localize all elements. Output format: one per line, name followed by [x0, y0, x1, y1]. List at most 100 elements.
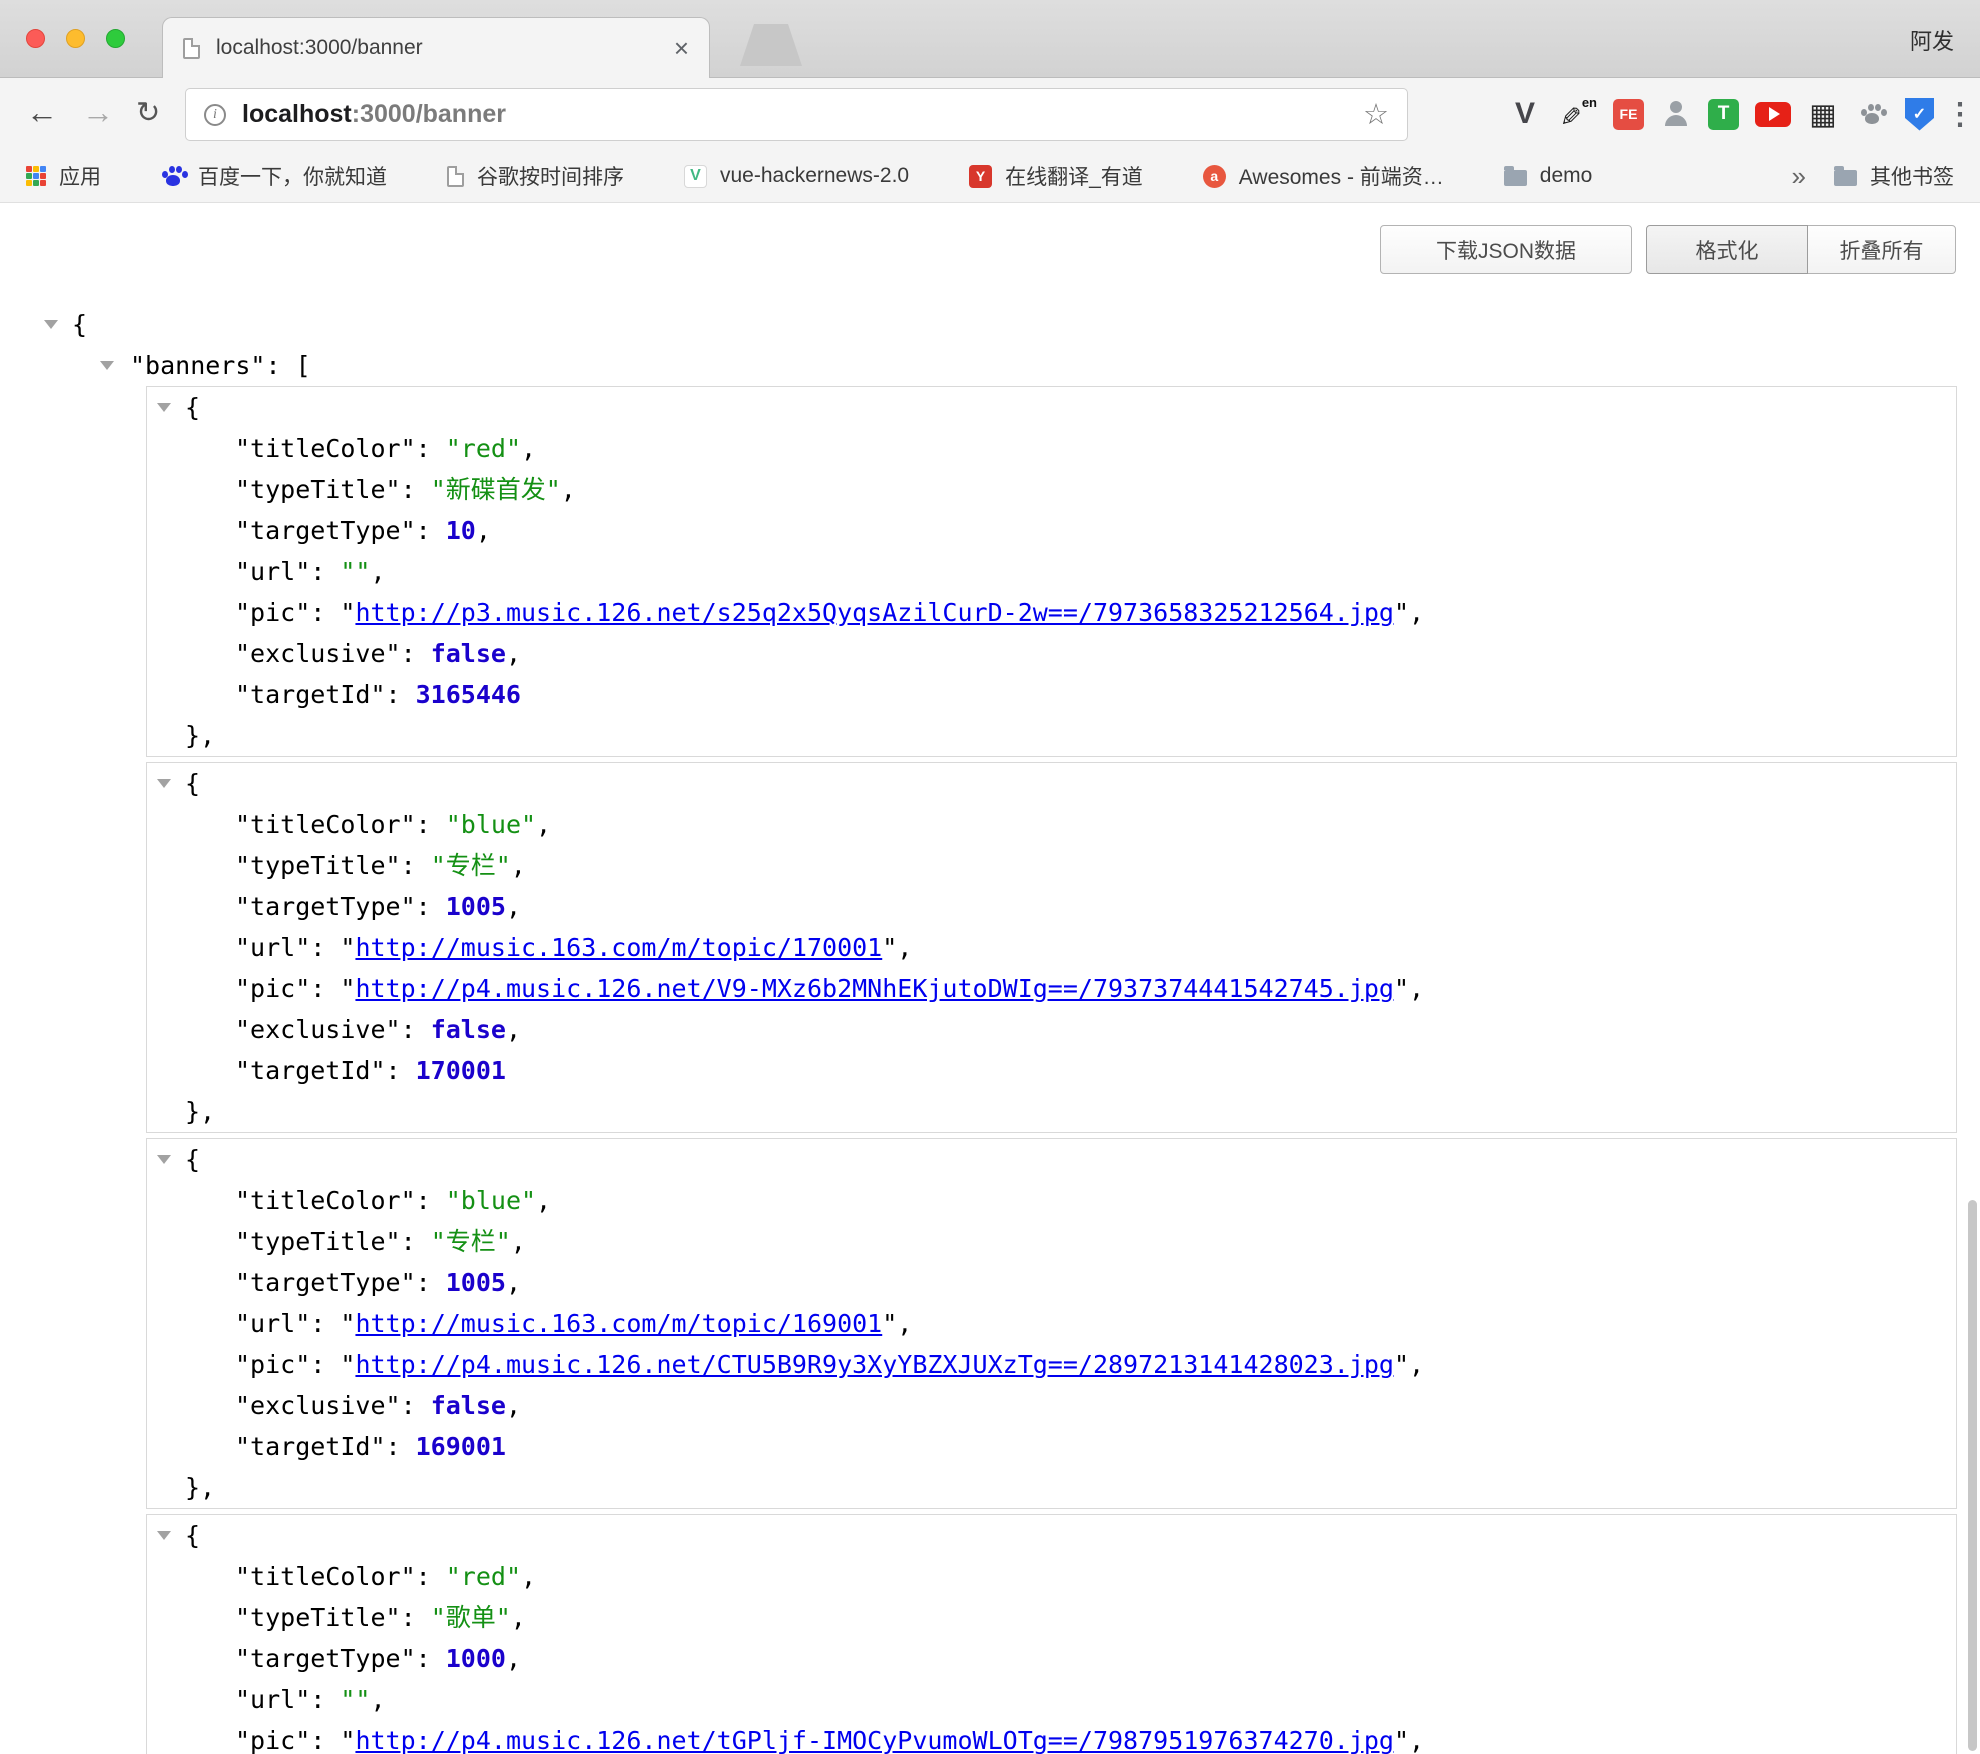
json-token: :	[416, 810, 446, 839]
json-token: "titleColor"	[235, 1562, 416, 1591]
json-url-link[interactable]: http://p4.music.126.net/CTU5B9R9y3XyYBZX…	[355, 1350, 1394, 1379]
translate-extension-icon[interactable]: ✎ en	[1559, 94, 1597, 134]
json-token: ,	[521, 1562, 536, 1591]
paw-extension-icon[interactable]	[1855, 98, 1889, 130]
collapse-toggle-icon[interactable]	[157, 779, 171, 788]
back-button[interactable]: ←	[26, 94, 58, 131]
json-token: ,	[506, 892, 521, 921]
json-token: "url"	[235, 1685, 310, 1714]
json-token: :	[416, 892, 446, 921]
object-open: {	[147, 387, 1956, 428]
bookmark-item[interactable]: aAwesomes - 前端资…	[1203, 161, 1444, 191]
json-token: ,	[1409, 598, 1424, 627]
json-token: :	[416, 434, 446, 463]
json-property-targetType: "targetType": 1005,	[147, 886, 1956, 927]
json-token: ,	[1409, 1350, 1424, 1379]
format-button[interactable]: 格式化	[1646, 225, 1808, 274]
json-token: ,	[506, 1644, 521, 1673]
browser-titlebar: localhost:3000/banner × 阿发	[0, 0, 1980, 78]
json-token: :	[401, 851, 431, 880]
other-bookmarks[interactable]: 其他书签	[1834, 161, 1954, 191]
fe-extension-icon[interactable]: FE	[1613, 99, 1644, 130]
collapse-all-button[interactable]: 折叠所有	[1807, 225, 1956, 274]
bookmark-item[interactable]: Vvue-hackernews-2.0	[684, 164, 909, 188]
browser-tab[interactable]: localhost:3000/banner ×	[162, 17, 710, 78]
json-token: :	[416, 1186, 446, 1215]
shield-t-extension-icon[interactable]: T	[1708, 99, 1739, 130]
json-url-link[interactable]: http://p3.music.126.net/s25q2x5QyqsAzilC…	[355, 598, 1394, 627]
json-property-titleColor: "titleColor": "red",	[147, 428, 1956, 469]
json-token: "targetType"	[235, 1268, 416, 1297]
json-url-link[interactable]: http://music.163.com/m/topic/170001	[355, 933, 882, 962]
json-token: "exclusive"	[235, 1391, 401, 1420]
json-url-link[interactable]: http://p4.music.126.net/tGPljf-IMOCyPvum…	[355, 1726, 1394, 1754]
json-property-targetId: "targetId": 170001	[147, 1050, 1956, 1091]
json-url-link[interactable]: http://music.163.com/m/topic/169001	[355, 1309, 882, 1338]
zoom-window-button[interactable]	[106, 29, 125, 48]
json-token: ,	[506, 639, 521, 668]
json-token: "typeTitle"	[235, 851, 401, 880]
bookmark-star-icon[interactable]: ☆	[1363, 97, 1389, 132]
vue-icon: V	[684, 165, 707, 188]
security-shield-extension-icon[interactable]: ✓	[1905, 98, 1934, 131]
close-window-button[interactable]	[26, 29, 45, 48]
json-token: : [	[265, 351, 310, 380]
bookmark-item[interactable]: 百度一下，你就知道	[161, 161, 387, 191]
bookmark-item[interactable]: 应用	[26, 161, 101, 191]
json-token: :	[416, 516, 446, 545]
bookmark-item[interactable]: demo	[1504, 164, 1593, 188]
youtube-extension-icon[interactable]	[1755, 102, 1791, 127]
json-token: ,	[476, 516, 491, 545]
json-token: :	[416, 1644, 446, 1673]
bookmarks-overflow-chevron[interactable]: »	[1792, 161, 1806, 192]
collapse-toggle-icon[interactable]	[157, 1531, 171, 1540]
json-token: "	[340, 933, 355, 962]
forward-button[interactable]: →	[82, 94, 114, 131]
json-token: :	[401, 639, 431, 668]
json-property-typeTitle: "typeTitle": "歌单",	[147, 1597, 1956, 1638]
collapse-toggle-icon[interactable]	[100, 361, 114, 370]
json-banners-open: "banners": [	[0, 345, 1980, 386]
json-token: :	[386, 1056, 416, 1085]
reload-button[interactable]: ↻	[136, 95, 160, 130]
collapse-toggle-icon[interactable]	[44, 320, 58, 329]
json-token: 1005	[446, 892, 506, 921]
qrcode-extension-icon[interactable]: ▦	[1807, 97, 1839, 132]
json-token: ""	[340, 557, 370, 586]
url-bar[interactable]: i localhost:3000/banner ☆	[185, 88, 1408, 141]
json-token: ""	[340, 1685, 370, 1714]
bookmark-item[interactable]: Y在线翻译_有道	[969, 161, 1143, 191]
vimium-extension-icon[interactable]: V	[1507, 97, 1543, 131]
info-icon[interactable]: i	[204, 104, 226, 126]
json-property-targetType: "targetType": 1000,	[147, 1638, 1956, 1679]
json-token: "	[340, 1309, 355, 1338]
profile-name[interactable]: 阿发	[1910, 24, 1954, 56]
json-token: :	[401, 1015, 431, 1044]
browser-menu-button[interactable]: ⋮	[1950, 97, 1970, 132]
json-token: "	[340, 598, 355, 627]
json-url-link[interactable]: http://p4.music.126.net/V9-MXz6b2MNhEKju…	[355, 974, 1394, 1003]
accounts-extension-icon[interactable]	[1660, 98, 1692, 130]
json-property-pic: "pic": "http://p4.music.126.net/CTU5B9R9…	[147, 1344, 1956, 1385]
minimize-window-button[interactable]	[66, 29, 85, 48]
json-token: "	[1394, 1726, 1409, 1754]
tab-close-icon[interactable]: ×	[674, 35, 689, 61]
extensions-area: V ✎ en FE T ▦ ✓ ⋮	[1507, 78, 1970, 150]
object-close: },	[147, 715, 1956, 756]
page-icon	[447, 166, 464, 187]
json-token: :	[310, 1685, 340, 1714]
bookmark-label: vue-hackernews-2.0	[720, 164, 909, 188]
banner-object-1: {"titleColor": "red","typeTitle": "新碟首发"…	[146, 386, 1957, 757]
bookmark-item[interactable]: 谷歌按时间排序	[447, 161, 624, 191]
json-token: "red"	[446, 434, 521, 463]
json-token: ,	[1409, 974, 1424, 1003]
collapse-toggle-icon[interactable]	[157, 403, 171, 412]
new-tab-button[interactable]	[740, 24, 802, 66]
bookmarks-items: 应用 百度一下，你就知道 谷歌按时间排序 Vvue-hackernews-2.0 Y在线…	[26, 161, 1652, 191]
download-json-button[interactable]: 下载JSON数据	[1380, 225, 1632, 274]
scrollbar-thumb[interactable]	[1968, 1200, 1977, 1751]
json-token: "	[340, 1726, 355, 1754]
json-token: "typeTitle"	[235, 1603, 401, 1632]
collapse-toggle-icon[interactable]	[157, 1155, 171, 1164]
url-path: :3000/banner	[352, 100, 506, 128]
